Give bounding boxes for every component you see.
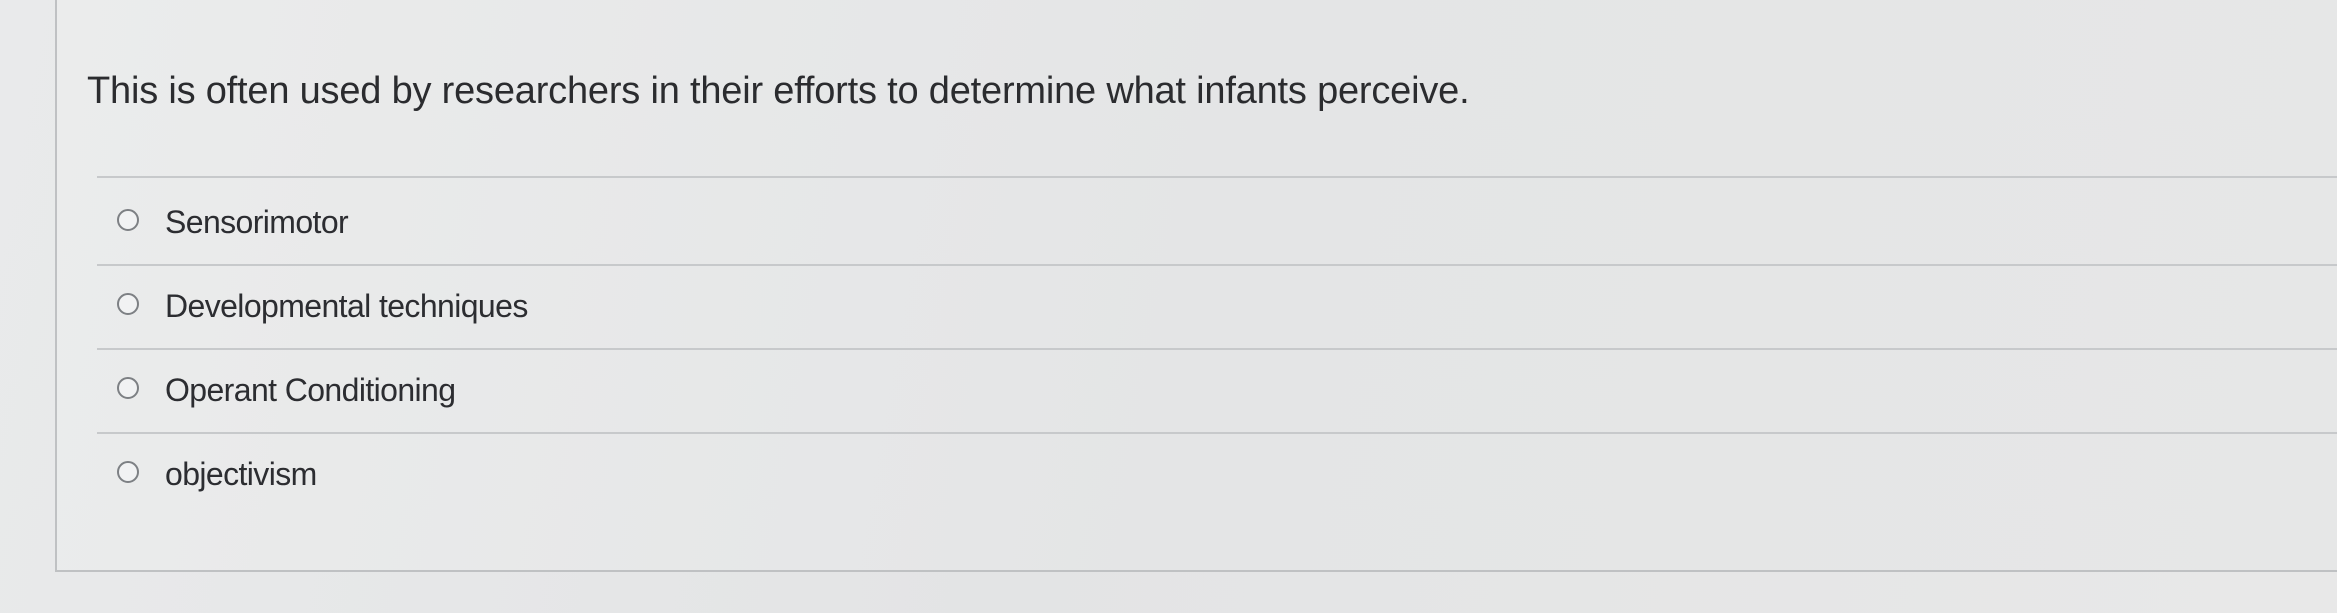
- choice-label[interactable]: Developmental techniques: [165, 288, 528, 325]
- choice-sensorimotor[interactable]: Sensorimotor: [97, 176, 2337, 264]
- question-text: This is often used by researchers in the…: [87, 70, 1470, 112]
- choice-operant-conditioning[interactable]: Operant Conditioning: [97, 348, 2337, 432]
- radio-button[interactable]: [117, 293, 139, 315]
- question-card: This is often used by researchers in the…: [55, 0, 2337, 572]
- radio-button[interactable]: [117, 377, 139, 399]
- radio-button[interactable]: [117, 209, 139, 231]
- choice-developmental-techniques[interactable]: Developmental techniques: [97, 264, 2337, 348]
- radio-button[interactable]: [117, 461, 139, 483]
- choice-objectivism[interactable]: objectivism: [97, 432, 2337, 516]
- choice-label[interactable]: objectivism: [165, 456, 317, 493]
- screen: This is often used by researchers in the…: [0, 0, 2337, 613]
- answer-choices: Sensorimotor Developmental techniques Op…: [97, 176, 2337, 516]
- choice-label[interactable]: Operant Conditioning: [165, 372, 456, 409]
- choice-label[interactable]: Sensorimotor: [165, 204, 349, 241]
